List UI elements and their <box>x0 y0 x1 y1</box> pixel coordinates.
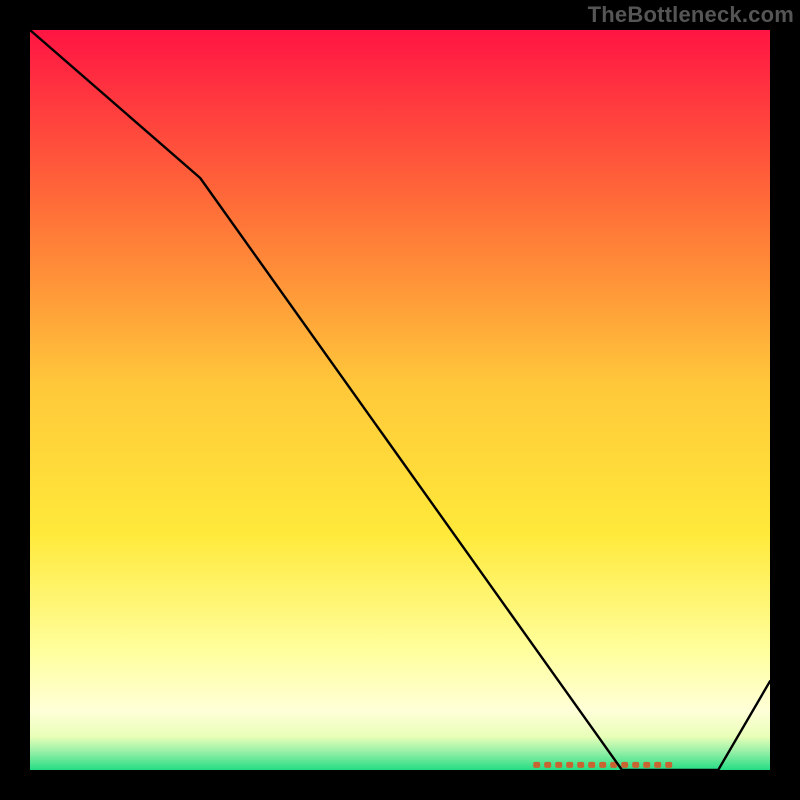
optimal-range-marker <box>577 762 584 768</box>
chart-container: TheBottleneck.com <box>0 0 800 800</box>
optimal-range-marker <box>555 762 562 768</box>
optimal-range-marker <box>599 762 606 768</box>
watermark-text: TheBottleneck.com <box>588 2 794 28</box>
bottleneck-chart <box>0 0 800 800</box>
optimal-range-marker <box>643 762 650 768</box>
optimal-range-marker <box>566 762 573 768</box>
optimal-range-marker <box>533 762 540 768</box>
optimal-range-marker <box>632 762 639 768</box>
optimal-range-marker <box>621 762 628 768</box>
optimal-range-marker <box>665 762 672 768</box>
plot-area <box>30 30 770 770</box>
optimal-range-marker <box>588 762 595 768</box>
optimal-range-marker <box>654 762 661 768</box>
optimal-range-marker <box>544 762 551 768</box>
